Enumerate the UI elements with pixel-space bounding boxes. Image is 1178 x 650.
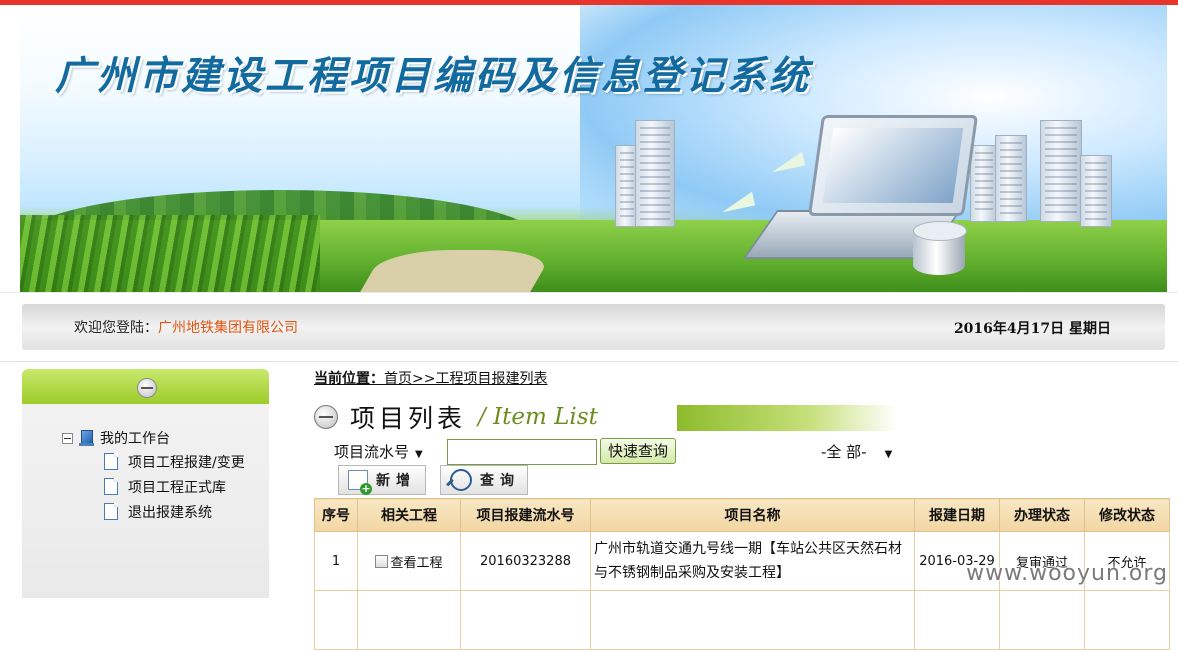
column-header: 报建日期 bbox=[914, 498, 1000, 532]
watermark: www.wooyun.org bbox=[966, 561, 1168, 586]
query-button-label: 查询 bbox=[480, 473, 520, 489]
sidebar-header bbox=[22, 369, 269, 404]
add-icon bbox=[348, 470, 372, 495]
column-header: 修改状态 bbox=[1084, 498, 1170, 532]
breadcrumb: 当前位置：首页>>工程项目报建列表 bbox=[314, 368, 547, 388]
search-input[interactable] bbox=[447, 439, 597, 465]
sidebar-item-label[interactable]: 项目工程报建/变更 bbox=[128, 452, 245, 472]
current-date: 2016年4月17日 星期日 bbox=[953, 321, 1111, 337]
status-filter-select[interactable]: -全 部- ▼ bbox=[821, 441, 892, 462]
dropdown-arrow-icon: ▼ bbox=[415, 449, 423, 460]
welcome-prefix: 欢迎您登陆： bbox=[74, 320, 158, 336]
list-title-cn: 项目列表 bbox=[350, 404, 467, 433]
sidebar-item-project-register[interactable]: 项目工程报建/变更 bbox=[104, 449, 245, 474]
building-illustration bbox=[970, 145, 998, 222]
sidebar-item-label[interactable]: 项目工程正式库 bbox=[128, 477, 226, 497]
breadcrumb-label: 当前位置： bbox=[314, 371, 384, 387]
serial-number-cell: 20160323288 bbox=[460, 531, 591, 591]
dropdown-arrow-icon: ▼ bbox=[884, 449, 893, 460]
search-field-select[interactable]: 项目流水号 ▼ bbox=[334, 441, 423, 462]
add-button[interactable]: 新增 bbox=[338, 465, 426, 495]
list-title: 项目列表 / Item List bbox=[314, 399, 598, 435]
sidebar-tree: 我的工作台 项目工程报建/变更 项目工程正式库 退出报建系统 bbox=[62, 427, 245, 524]
view-project-link[interactable]: 查看工程 bbox=[390, 556, 442, 571]
company-name: 广州地铁集团有限公司 bbox=[158, 320, 298, 336]
sidebar: 我的工作台 项目工程报建/变更 项目工程正式库 退出报建系统 bbox=[22, 369, 269, 598]
sidebar-item-exit[interactable]: 退出报建系统 bbox=[104, 499, 245, 524]
related-project-cell: 查看工程 bbox=[357, 531, 461, 591]
add-button-label: 新增 bbox=[376, 473, 416, 489]
column-header: 项目报建流水号 bbox=[460, 498, 591, 532]
list-title-en: / Item List bbox=[478, 404, 598, 430]
breadcrumb-current: >>工程项目报建列表 bbox=[412, 371, 548, 387]
tree-root-label: 我的工作台 bbox=[100, 431, 170, 447]
quick-query-button[interactable]: 快速查询 bbox=[600, 438, 676, 464]
row-checkbox[interactable] bbox=[375, 554, 389, 568]
laptop-illustration bbox=[807, 115, 979, 216]
header-banner: 广州市建设工程项目编码及信息登记系统 bbox=[20, 5, 1167, 292]
building-illustration bbox=[1040, 120, 1082, 222]
column-header: 相关工程 bbox=[357, 498, 461, 532]
database-cylinder-illustration bbox=[913, 221, 967, 275]
computer-icon bbox=[79, 429, 95, 447]
query-button[interactable]: 查询 bbox=[440, 465, 528, 495]
document-icon bbox=[104, 453, 118, 470]
welcome-bar: 欢迎您登陆：广州地铁集团有限公司 2016年4月17日 星期日 bbox=[22, 304, 1165, 350]
breadcrumb-home-link[interactable]: 首页 bbox=[384, 371, 412, 387]
column-header: 项目名称 bbox=[590, 498, 915, 532]
sidebar-item-project-library[interactable]: 项目工程正式库 bbox=[104, 474, 245, 499]
search-icon bbox=[450, 469, 472, 491]
system-title: 广州市建设工程项目编码及信息登记系统 bbox=[55, 53, 812, 99]
tree-root[interactable]: 我的工作台 bbox=[62, 427, 245, 449]
row-index: 1 bbox=[314, 531, 358, 591]
title-decoration-bar bbox=[677, 405, 897, 431]
project-name-cell: 广州市轨道交通九号线一期【车站公共区天然石材与不锈钢制品采购及安装工程】 bbox=[590, 531, 915, 591]
table-row bbox=[314, 590, 1170, 650]
column-header: 办理状态 bbox=[999, 498, 1085, 532]
building-illustration bbox=[995, 135, 1027, 222]
collapse-icon[interactable] bbox=[137, 378, 157, 398]
table-header-row: 序号 相关工程 项目报建流水号 项目名称 报建日期 办理状态 修改状态 bbox=[314, 498, 1170, 532]
sidebar-item-label[interactable]: 退出报建系统 bbox=[128, 502, 212, 522]
building-illustration bbox=[635, 120, 675, 227]
column-header: 序号 bbox=[314, 498, 358, 532]
document-icon bbox=[104, 478, 118, 495]
building-illustration bbox=[1080, 155, 1112, 227]
document-icon bbox=[104, 503, 118, 520]
section-bullet-icon bbox=[314, 405, 338, 429]
search-bar: 项目流水号 ▼ 快速查询 -全 部- ▼ bbox=[334, 438, 934, 465]
tree-collapse-icon[interactable] bbox=[62, 432, 73, 444]
